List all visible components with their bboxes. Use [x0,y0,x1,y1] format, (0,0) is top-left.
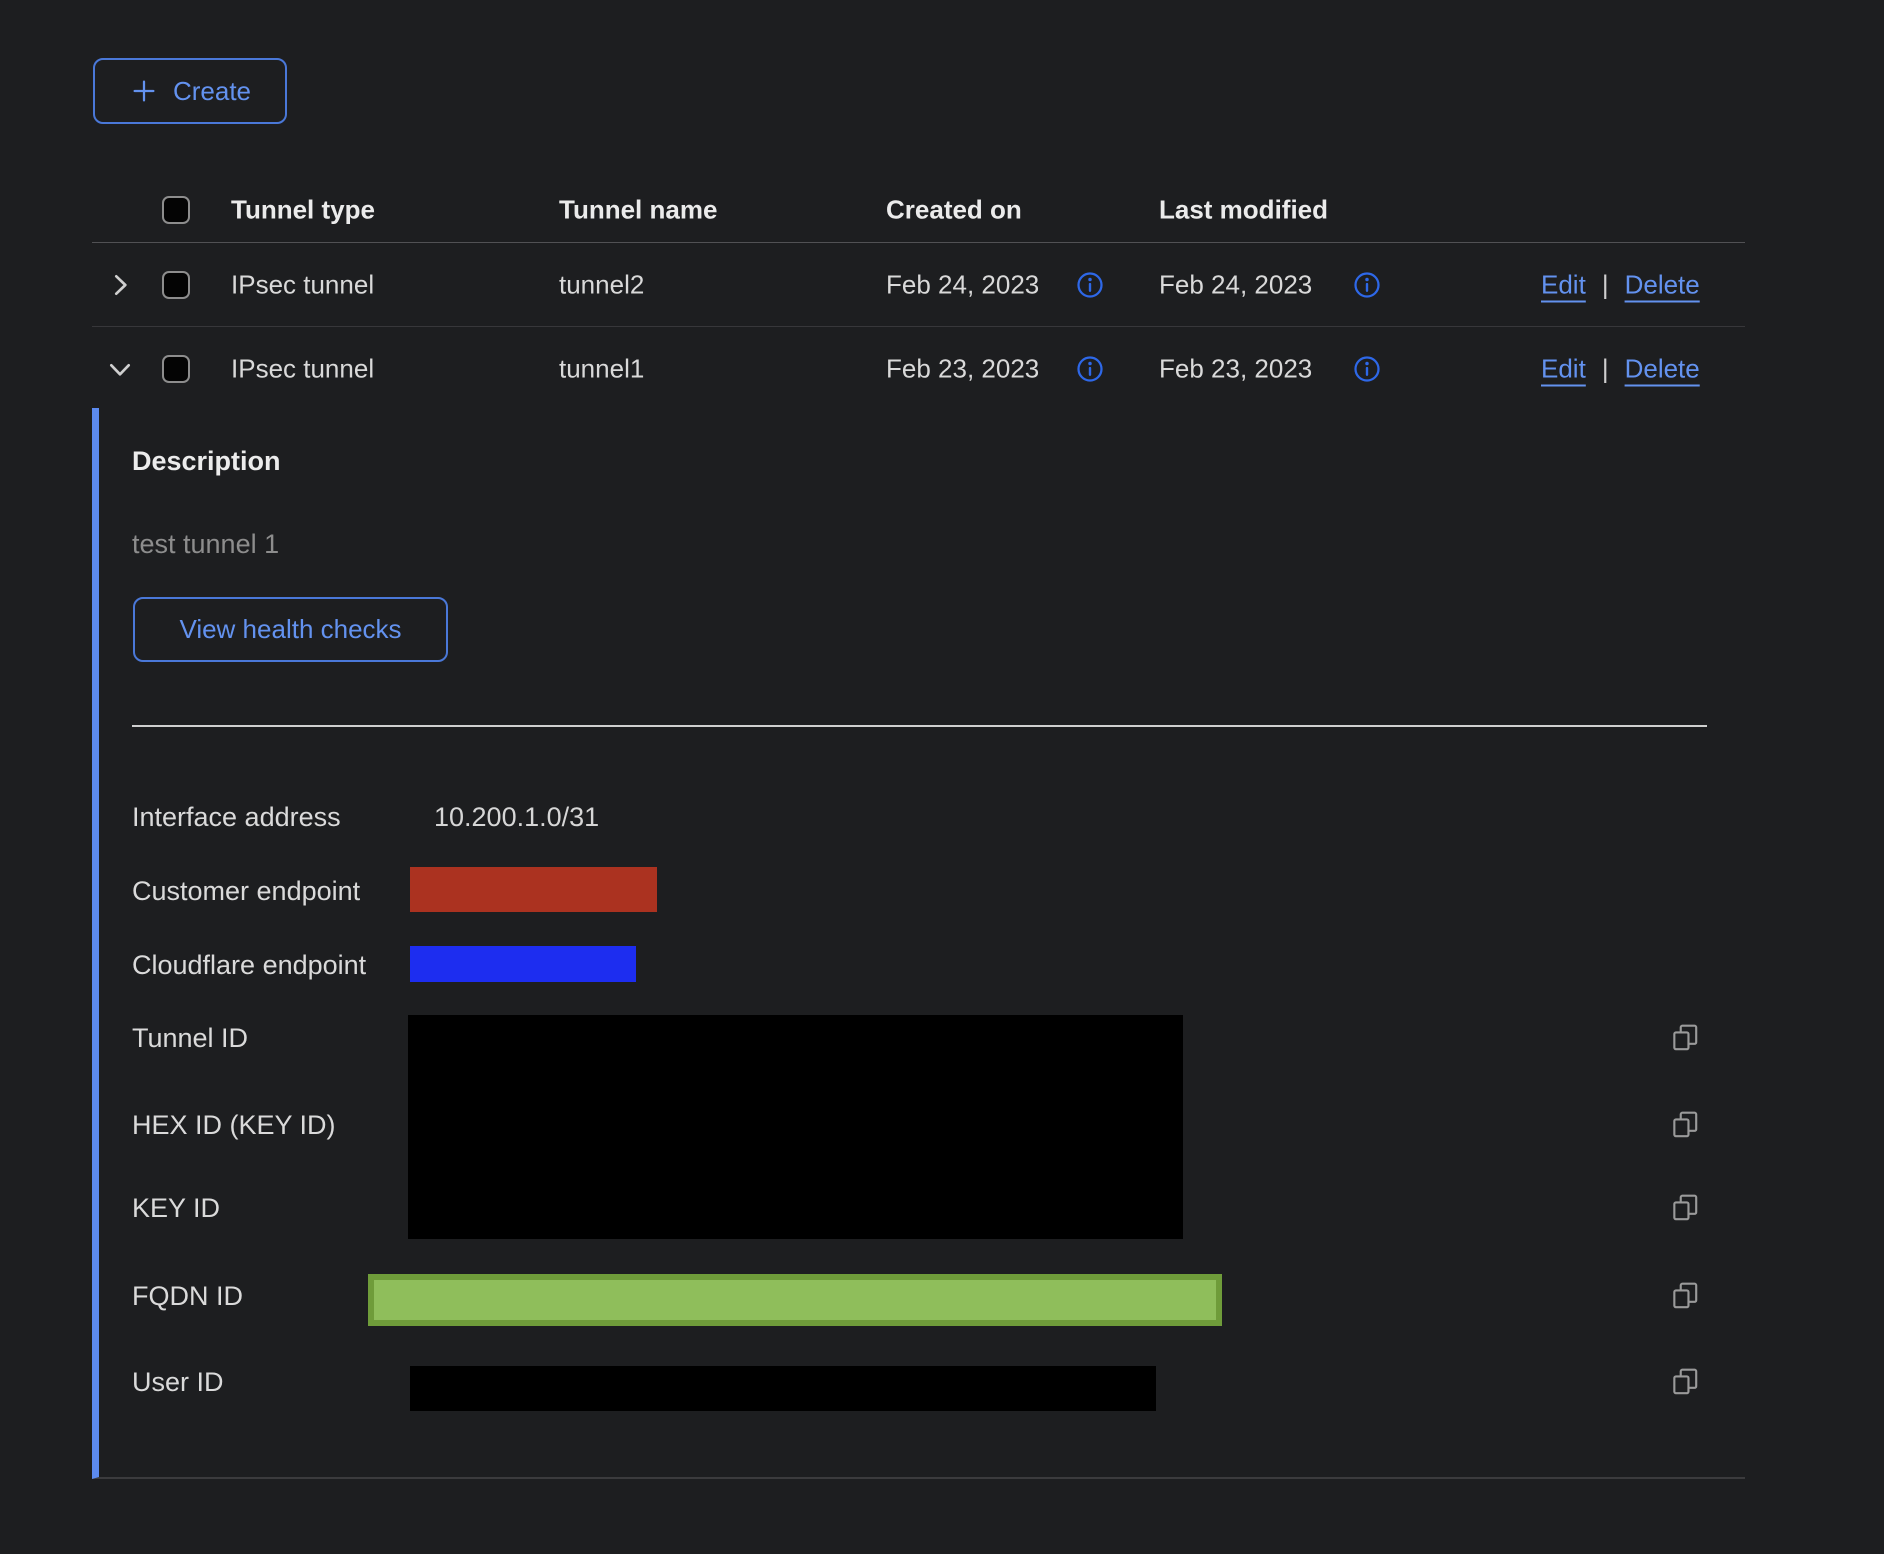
user-id-redaction [410,1366,1156,1411]
customer-endpoint-redaction [410,867,657,912]
cloudflare-endpoint-redaction [410,946,636,982]
row-checkbox[interactable] [162,271,190,299]
copy-fqdn-id-button[interactable] [1669,1280,1701,1312]
user-id-label: User ID [132,1363,224,1401]
delete-link[interactable]: Delete [1625,269,1700,300]
info-icon[interactable] [1075,270,1105,300]
header-tunnel-name: Tunnel name [559,195,717,226]
table-header-row: Tunnel type Tunnel name Created on Last … [92,178,1745,243]
last-modified-cell: Feb 23, 2023 [1159,353,1312,384]
copy-hex-id-button[interactable] [1669,1109,1701,1141]
select-all-checkbox[interactable] [162,196,190,224]
tunnel-type-cell: IPsec tunnel [231,269,374,300]
row-checkbox[interactable] [162,355,190,383]
info-icon[interactable] [1352,354,1382,384]
tunnel-name-cell: tunnel2 [559,269,644,300]
description-label: Description [132,442,281,480]
header-last-modified: Last modified [1159,195,1328,226]
create-button-label: Create [173,76,251,107]
tunnel-details-panel: Description test tunnel 1 View health ch… [92,408,1745,1479]
info-icon[interactable] [1352,270,1382,300]
copy-icon [1669,1192,1701,1224]
copy-icon [1669,1109,1701,1141]
ipsec-tunnels-page: Create Tunnel type Tunnel name Created o… [0,0,1884,1554]
ids-redaction [408,1015,1183,1239]
create-button[interactable]: Create [93,58,287,124]
action-separator: | [1602,269,1609,300]
description-value: test tunnel 1 [132,525,279,563]
tunnels-table: Tunnel type Tunnel name Created on Last … [92,178,1745,410]
view-health-checks-button[interactable]: View health checks [133,597,448,662]
table-row: IPsec tunnel tunnel2 Feb 24, 2023 Feb 24… [92,243,1745,327]
tunnel-type-cell: IPsec tunnel [231,353,374,384]
copy-key-id-button[interactable] [1669,1192,1701,1224]
created-on-cell: Feb 23, 2023 [886,353,1039,384]
created-on-cell: Feb 24, 2023 [886,269,1039,300]
key-id-label: KEY ID [132,1189,220,1227]
fqdn-id-redaction [368,1274,1222,1326]
chevron-down-icon[interactable] [104,353,136,385]
copy-user-id-button[interactable] [1669,1366,1701,1398]
action-separator: | [1602,353,1609,384]
chevron-right-icon[interactable] [104,269,136,301]
interface-address-value: 10.200.1.0/31 [434,798,599,836]
copy-icon [1669,1366,1701,1398]
tunnel-name-cell: tunnel1 [559,353,644,384]
interface-address-label: Interface address [132,798,341,836]
tunnel-id-label: Tunnel ID [132,1019,248,1057]
delete-link[interactable]: Delete [1625,353,1700,384]
copy-icon [1669,1280,1701,1312]
last-modified-cell: Feb 24, 2023 [1159,269,1312,300]
info-icon[interactable] [1075,354,1105,384]
copy-tunnel-id-button[interactable] [1669,1022,1701,1054]
edit-link[interactable]: Edit [1541,353,1586,384]
fqdn-id-label: FQDN ID [132,1277,243,1315]
header-tunnel-type: Tunnel type [231,195,375,226]
cloudflare-endpoint-label: Cloudflare endpoint [132,946,366,984]
edit-link[interactable]: Edit [1541,269,1586,300]
plus-icon [129,76,159,106]
table-row: IPsec tunnel tunnel1 Feb 23, 2023 Feb 23… [92,327,1745,410]
section-divider [132,725,1707,727]
hex-id-label: HEX ID (KEY ID) [132,1106,336,1144]
header-created-on: Created on [886,195,1022,226]
copy-icon [1669,1022,1701,1054]
customer-endpoint-label: Customer endpoint [132,872,360,910]
